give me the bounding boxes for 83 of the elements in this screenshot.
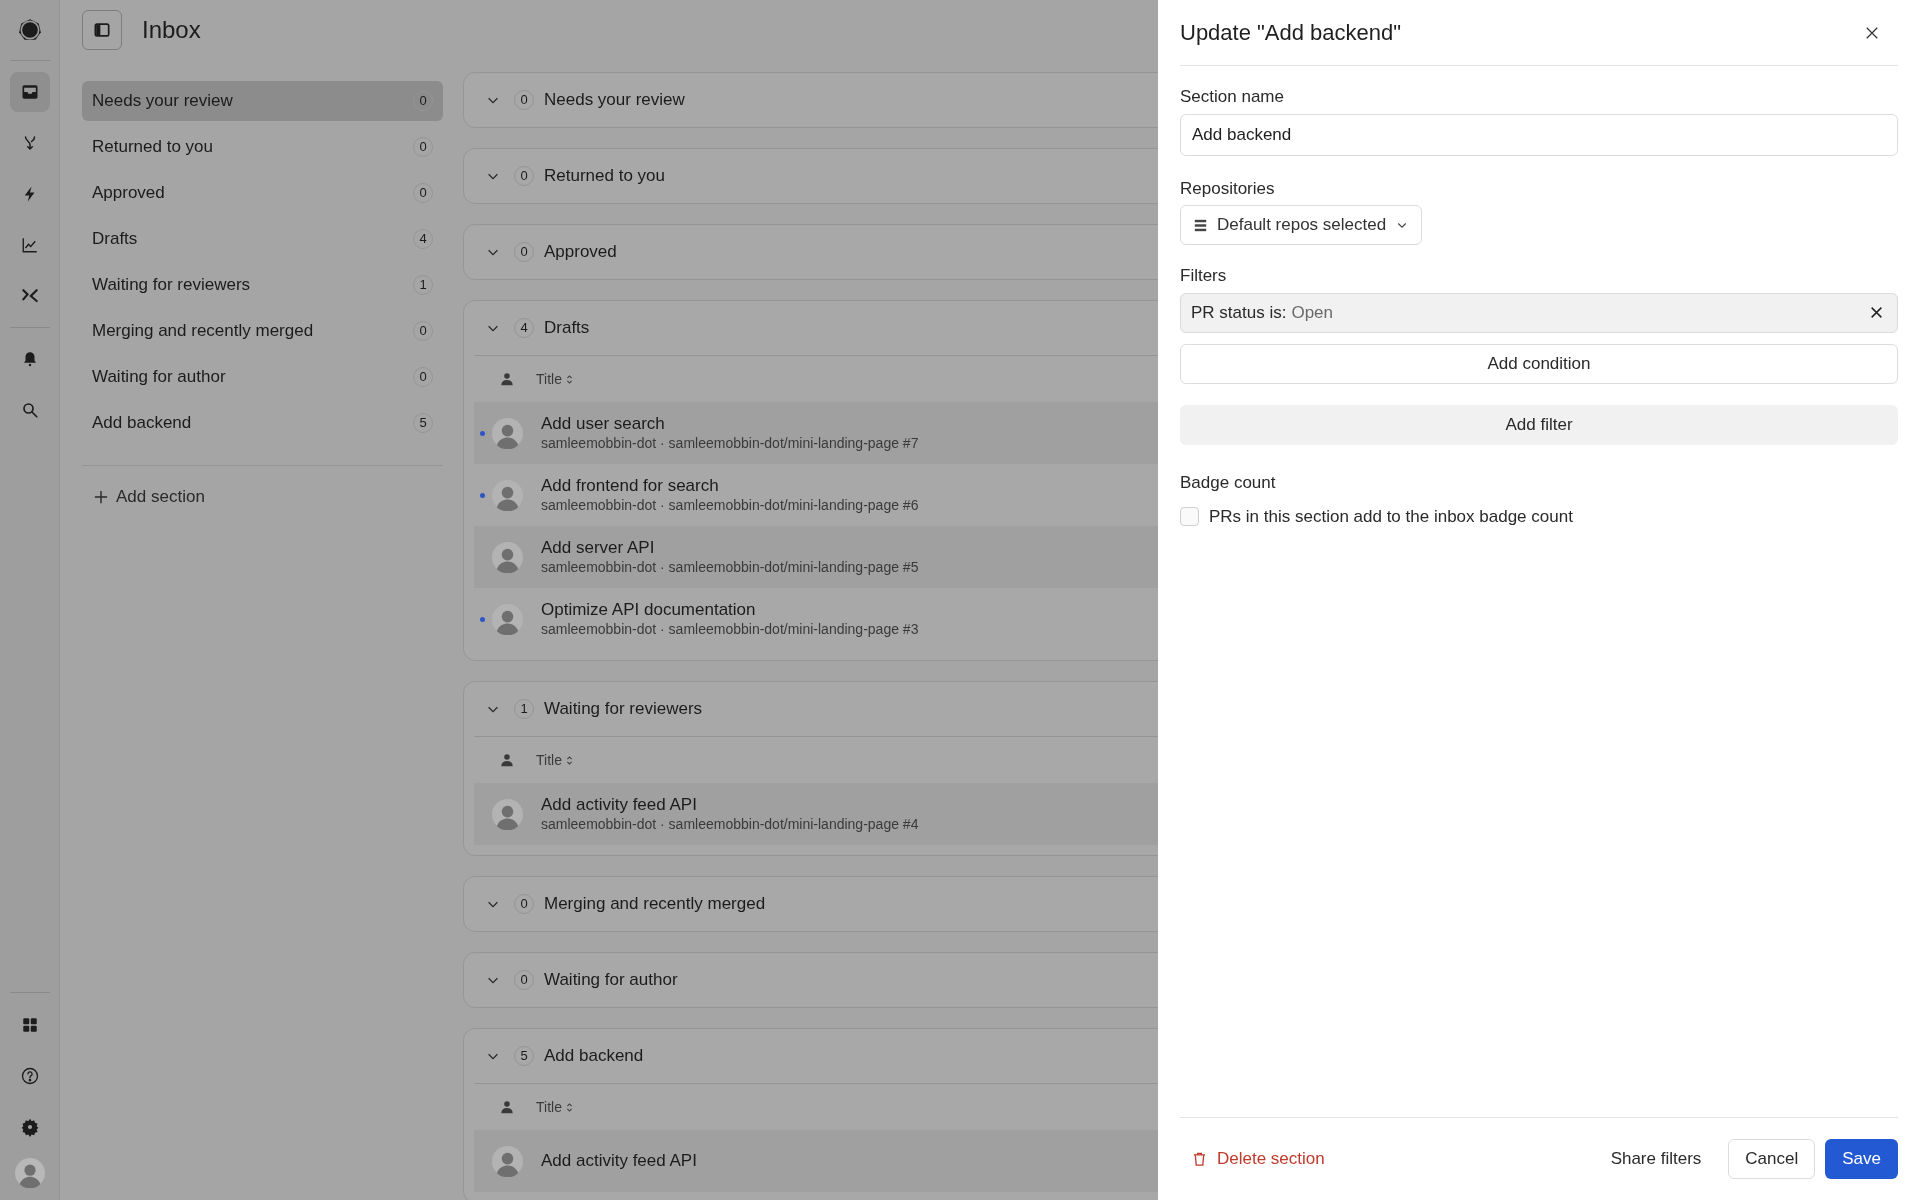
sidebar-panel-icon: [92, 20, 112, 40]
pull-request-row[interactable]: Add server API samleemobbin-dot · samleemobbin-dot/mini-landing-page #5: [474, 526, 1158, 588]
pull-request-meta: samleemobbin-dot · samleemobbin-dot/mini-landing-page #4: [541, 815, 919, 833]
field-label: Badge count: [1180, 471, 1277, 494]
section-name: Drafts: [92, 228, 138, 251]
line-chart-icon: [20, 236, 39, 254]
cancel-button[interactable]: Cancel: [1728, 1139, 1816, 1179]
sidebar-nav-button[interactable]: [9, 72, 50, 112]
filter-value: Open: [1291, 301, 1333, 324]
section-name: Waiting for reviewers: [92, 274, 251, 297]
sort-column-header[interactable]: Title: [536, 749, 573, 771]
section-title: Drafts: [544, 317, 590, 340]
checkbox[interactable]: [1180, 507, 1199, 527]
section-name: Returned to you: [92, 136, 213, 159]
pull-request-row[interactable]: Add user search samleemobbin-dot · samleemobbin-dot/mini-landing-page #7: [474, 402, 1158, 464]
person-icon: [500, 753, 514, 767]
pull-request-title: Add activity feed API: [541, 1151, 697, 1171]
section-name: Waiting for author: [92, 366, 226, 389]
add-condition-button[interactable]: Add condition: [1180, 343, 1898, 384]
drawer-title: Update "Add backend": [1180, 19, 1402, 47]
sort-column-header[interactable]: Title: [536, 1096, 573, 1118]
section-list-item[interactable]: Needs your review 0: [82, 81, 443, 121]
repositories-dropdown[interactable]: Default repos selected: [1180, 205, 1423, 245]
field-label: Section name: [1180, 86, 1285, 108]
section-title: Returned to you: [544, 165, 665, 188]
pull-request-meta: samleemobbin-dot · samleemobbin-dot/mini-landing-page #5: [541, 558, 919, 576]
pull-request-title: Add frontend for search: [541, 476, 720, 496]
help-icon: [19, 1066, 40, 1086]
sort-icon: [565, 373, 573, 385]
section-name: Add backend: [92, 412, 192, 435]
avatar: [492, 479, 523, 511]
person-icon: [500, 372, 514, 386]
avatar: [492, 417, 523, 449]
avatar: [492, 603, 523, 635]
field-label: Repositories: [1180, 177, 1276, 200]
section-title: Needs your review: [544, 89, 685, 112]
pull-request-row[interactable]: Add activity feed API samleemobbin-dot · samleemobbin-dot/mini-landing-page #4: [474, 783, 1158, 845]
plus-icon: [94, 489, 108, 504]
close-icon: [1865, 25, 1879, 40]
section-title: Waiting for author: [544, 969, 678, 992]
pull-request-row[interactable]: Optimize API documentation samleemobbin-dot · samleemobbin-dot/mini-landing-page #3: [474, 588, 1158, 650]
avatar: [14, 1158, 45, 1188]
pull-request-meta: samleemobbin-dot · samleemobbin-dot/mini-landing-page #7: [541, 434, 919, 452]
sort-icon: [565, 754, 573, 766]
pull-request-title: Add activity feed API: [541, 795, 698, 815]
avatar: [492, 798, 523, 830]
filter-field: PR status is:: [1191, 299, 1287, 326]
settings-icon: [19, 1117, 40, 1137]
pull-request-row[interactable]: Add frontend for search samleemobbin-dot · samleemobbin-dot/mini-landing-page #6: [474, 464, 1158, 526]
section-title: Approved: [544, 241, 617, 264]
sidebar-toggle-button[interactable]: [82, 10, 122, 50]
share-filters-button[interactable]: Share filters: [1610, 1146, 1702, 1172]
add-filter-button[interactable]: Add filter: [1180, 404, 1898, 445]
pull-request-meta: samleemobbin-dot · samleemobbin-dot/mini-landing-page #3: [541, 620, 919, 638]
list-icon: [1194, 218, 1207, 232]
sort-column-header[interactable]: Title: [536, 368, 573, 390]
pull-request-title: Add user search: [541, 414, 666, 434]
pull-request-meta: samleemobbin-dot · samleemobbin-dot/mini-landing-page #6: [541, 496, 919, 514]
section-name: Approved: [92, 182, 165, 205]
pull-request-title: Add server API: [541, 538, 656, 558]
avatar: [492, 541, 523, 573]
trash-icon: [1192, 1151, 1207, 1167]
section-title: Add backend: [544, 1045, 644, 1068]
save-button[interactable]: Save: [1825, 1139, 1898, 1179]
checkbox-label: PRs in this section add to the inbox badge count: [1209, 506, 1573, 528]
search-icon: [20, 401, 39, 419]
pull-request-title: Optimize API documentation: [541, 600, 757, 620]
section-name: Merging and recently merged: [92, 320, 314, 343]
page-title: Inbox: [142, 15, 201, 45]
section-name-input[interactable]: Add backend: [1180, 113, 1898, 156]
field-label: Filters: [1180, 265, 1228, 287]
delete-section-button[interactable]: Delete section: [1192, 1146, 1325, 1172]
grid-icon: [20, 1016, 39, 1034]
pull-request-row[interactable]: Add activity feed API: [474, 1130, 1158, 1192]
person-icon: [500, 1100, 514, 1114]
close-icon: [1869, 306, 1883, 319]
section-title: Merging and recently merged: [544, 893, 766, 916]
section-name: Needs your review: [92, 90, 233, 113]
avatar: [492, 1145, 523, 1177]
section-title: Waiting for reviewers: [544, 698, 703, 721]
sort-icon: [565, 1101, 573, 1113]
logo-icon: [16, 17, 43, 43]
add-section-button[interactable]: Add section: [94, 484, 443, 510]
